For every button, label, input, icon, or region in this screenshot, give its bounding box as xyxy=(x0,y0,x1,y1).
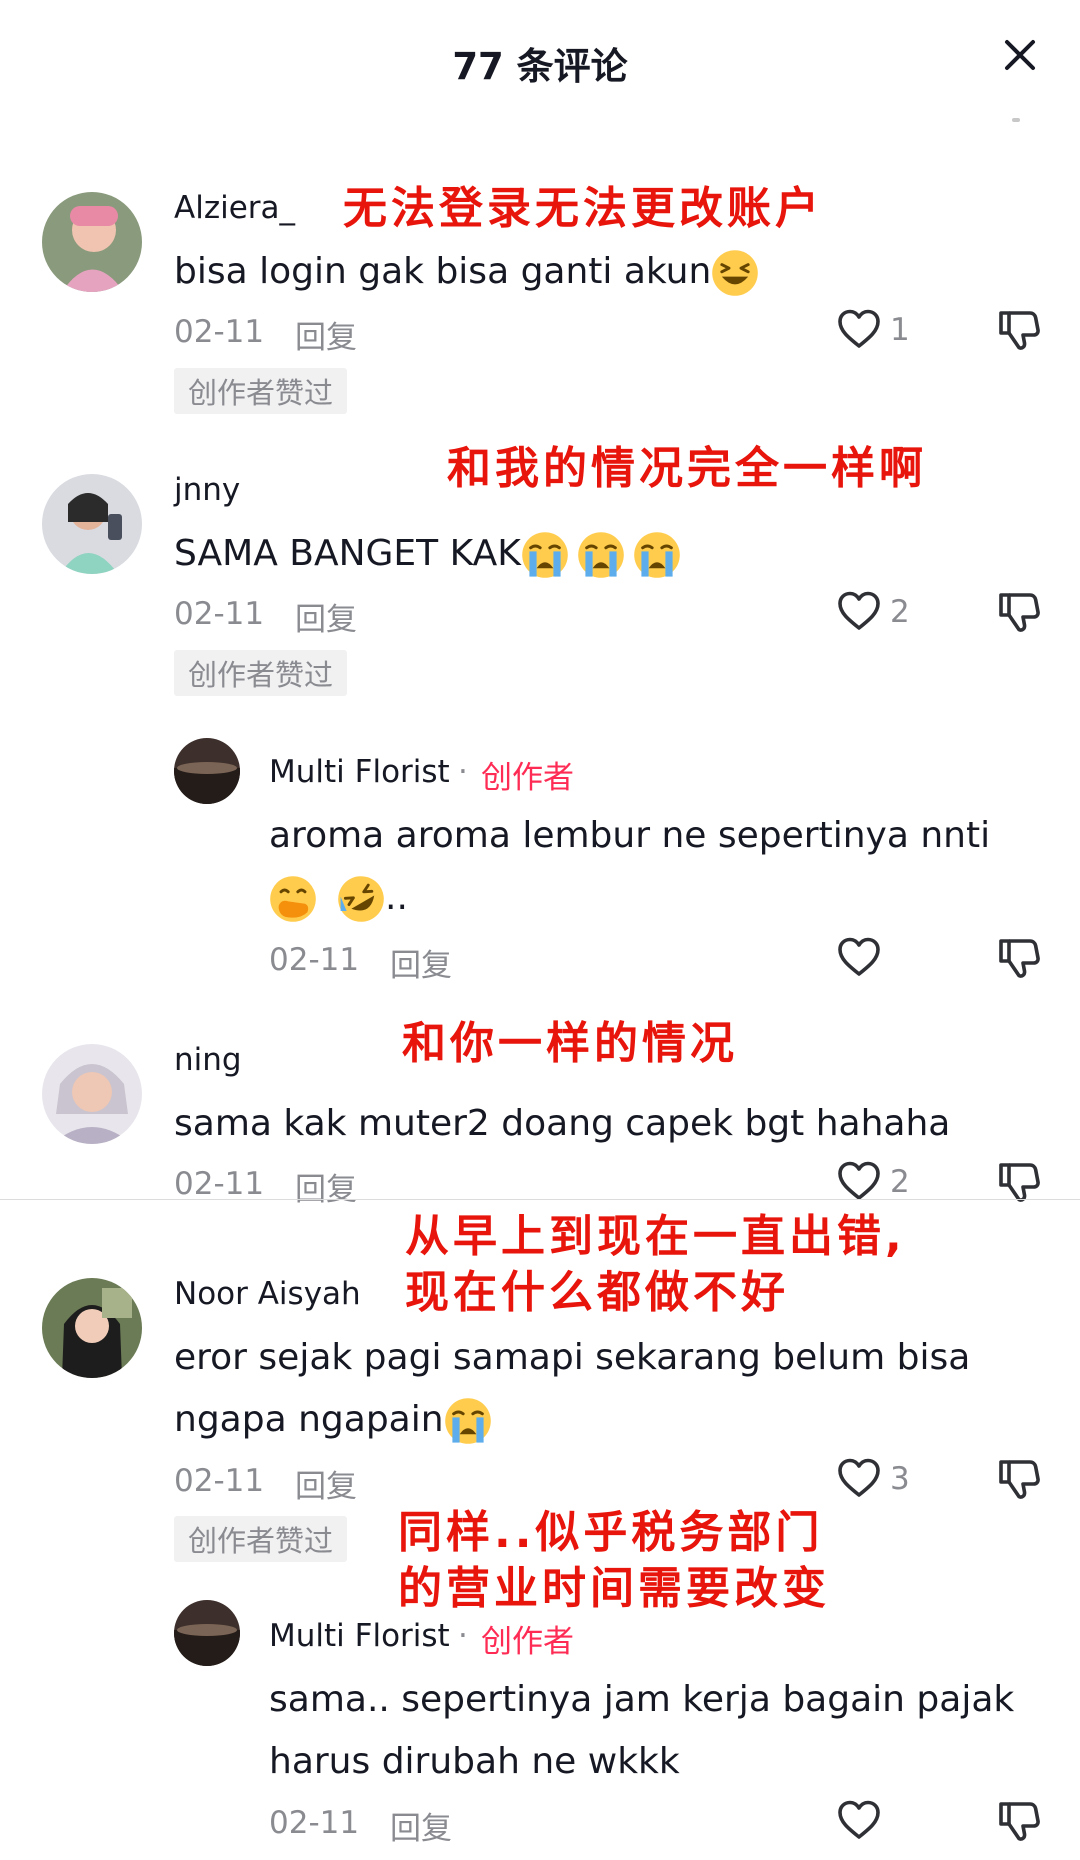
reply-username[interactable]: Multi Florist xyxy=(269,754,450,790)
reply-button[interactable]: 回复 xyxy=(390,1803,452,1848)
reply-button[interactable]: 回复 xyxy=(295,1164,357,1209)
comment-date: 02-11 xyxy=(174,1166,265,1202)
comment-date: 02-11 xyxy=(174,596,265,632)
heart-outline-icon[interactable] xyxy=(835,1454,883,1502)
divider xyxy=(0,1199,1080,1200)
comment-text: SAMA BANGET KAK xyxy=(174,523,681,585)
thumbs-down-icon[interactable] xyxy=(995,933,1043,981)
thumbs-down-icon[interactable] xyxy=(995,587,1043,635)
comment-username[interactable]: jnny xyxy=(174,472,240,508)
reply-button[interactable]: 回复 xyxy=(390,940,452,985)
avatar[interactable] xyxy=(42,1278,142,1378)
like-count: 2 xyxy=(890,594,910,630)
annotation-text-line-1: 从早上到现在一直出错, xyxy=(405,1211,906,1262)
annotation-text: 无法登录无法更改账户 xyxy=(343,183,823,234)
comment-date: 02-11 xyxy=(174,314,265,350)
reply-annotation-line-2: 的营业时间需要改变 xyxy=(398,1563,830,1614)
like-count: 1 xyxy=(890,312,910,348)
avatar[interactable] xyxy=(42,474,142,574)
comment-date: 02-11 xyxy=(174,1463,265,1499)
loudly-crying-face-emoji xyxy=(633,531,681,579)
like-count: 2 xyxy=(890,1164,910,1200)
avatar[interactable] xyxy=(174,1600,240,1666)
reply-text-line-1: sama.. sepertinya jam kerja bagain pajak xyxy=(269,1679,1015,1720)
reply-annotation-line-1: 同样..似乎税务部门 xyxy=(398,1507,824,1558)
separator-dot: · xyxy=(458,1618,468,1654)
reply-text-line-2: harus dirubah ne wkkk xyxy=(269,1741,680,1782)
reply-username[interactable]: Multi Florist xyxy=(269,1618,450,1654)
heart-outline-icon[interactable] xyxy=(835,305,883,353)
close-icon[interactable] xyxy=(995,30,1045,80)
creator-tag: 创作者 xyxy=(481,760,574,796)
heart-outline-icon[interactable] xyxy=(835,587,883,635)
reply-date: 02-11 xyxy=(269,942,360,978)
creator-liked-badge: 创作者赞过 xyxy=(174,368,348,414)
annotation-text-line-2: 现在什么都做不好 xyxy=(405,1267,789,1318)
grinning-squinting-face-emoji xyxy=(711,249,759,297)
creator-liked-badge: 创作者赞过 xyxy=(174,1516,348,1562)
comment-text-line-1: eror sejak pagi samapi sekarang belum bi… xyxy=(174,1337,971,1378)
page-title: 77 条评论 xyxy=(452,45,628,88)
loudly-crying-face-emoji xyxy=(577,531,625,579)
creator-tag: 创作者 xyxy=(481,1624,574,1660)
thumbs-down-icon[interactable] xyxy=(995,1157,1043,1205)
avatar[interactable] xyxy=(42,1044,142,1144)
reply-date: 02-11 xyxy=(269,1805,360,1841)
reply-text-line-2: .. xyxy=(269,867,408,929)
comment-username[interactable]: ning xyxy=(174,1042,242,1078)
heart-outline-icon[interactable] xyxy=(835,933,883,981)
creator-liked-badge: 创作者赞过 xyxy=(174,650,348,696)
reply-button[interactable]: 回复 xyxy=(295,1461,357,1506)
annotation-text: 和你一样的情况 xyxy=(402,1018,738,1069)
thumbs-down-icon[interactable] xyxy=(995,1454,1043,1502)
annotation-text: 和我的情况完全一样啊 xyxy=(447,443,927,494)
loudly-crying-face-emoji xyxy=(444,1397,492,1445)
heart-outline-icon[interactable] xyxy=(835,1796,883,1844)
comment-text: sama kak muter2 doang capek bgt hahaha xyxy=(174,1103,951,1144)
reply-button[interactable]: 回复 xyxy=(295,594,357,639)
reply-text-line-1: aroma aroma lembur ne sepertinya nnti xyxy=(269,815,991,856)
reply-button[interactable]: 回复 xyxy=(295,312,357,357)
comment-username[interactable]: Noor Aisyah xyxy=(174,1276,361,1312)
like-count: 3 xyxy=(890,1461,910,1497)
rolling-on-floor-laughing-emoji xyxy=(337,875,385,923)
comment-username[interactable]: Alziera_ xyxy=(174,190,295,226)
comment-text: bisa login gak bisa ganti akun xyxy=(174,241,759,303)
separator-dot: · xyxy=(458,754,468,790)
scroll-edge-marker xyxy=(1012,118,1020,122)
face-with-hand-over-mouth-emoji xyxy=(269,875,317,923)
loudly-crying-face-emoji xyxy=(521,531,569,579)
comment-text-line-2: ngapa ngapain xyxy=(174,1389,492,1451)
heart-outline-icon[interactable] xyxy=(835,1157,883,1205)
thumbs-down-icon[interactable] xyxy=(995,1796,1043,1844)
avatar[interactable] xyxy=(174,738,240,804)
thumbs-down-icon[interactable] xyxy=(995,305,1043,353)
avatar[interactable] xyxy=(42,192,142,292)
